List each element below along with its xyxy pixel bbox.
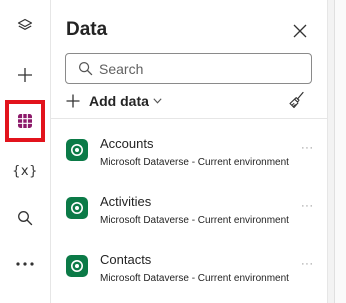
item-name: Activities bbox=[100, 194, 152, 209]
list-item-contacts[interactable]: Contacts Microsoft Dataverse - Current e… bbox=[51, 235, 327, 287]
item-name: Accounts bbox=[100, 136, 154, 151]
item-source: Microsoft Dataverse - Current environmen… bbox=[100, 215, 289, 226]
add-data-label: Add data bbox=[89, 93, 149, 109]
plus-icon bbox=[18, 68, 32, 82]
scrollbar[interactable] bbox=[327, 0, 334, 303]
dataverse-icon bbox=[66, 197, 88, 219]
data-button[interactable] bbox=[5, 100, 45, 142]
variables-button[interactable]: {x} bbox=[5, 151, 45, 191]
search-input[interactable] bbox=[99, 60, 289, 77]
search-icon bbox=[78, 61, 93, 76]
panel-title: Data bbox=[66, 19, 108, 40]
data-grid-icon bbox=[18, 114, 32, 128]
left-rail: {x} bbox=[0, 0, 51, 303]
search-button[interactable] bbox=[5, 198, 45, 238]
canvas-edge bbox=[334, 0, 346, 303]
broom-icon bbox=[289, 91, 304, 109]
list-item-accounts[interactable]: Accounts Microsoft Dataverse - Current e… bbox=[51, 119, 327, 171]
close-button[interactable] bbox=[290, 21, 310, 41]
dataverse-icon bbox=[66, 255, 88, 277]
close-icon bbox=[293, 24, 307, 38]
tree-view-button[interactable] bbox=[5, 6, 45, 46]
refresh-data-button[interactable] bbox=[285, 88, 309, 112]
add-data-button[interactable]: Add data bbox=[66, 91, 162, 111]
item-name: Contacts bbox=[100, 252, 152, 267]
search-icon bbox=[18, 211, 33, 226]
variables-icon: {x} bbox=[12, 163, 38, 179]
chevron-down-icon bbox=[153, 98, 162, 104]
more-options-icon[interactable]: ··· bbox=[301, 259, 314, 270]
layers-icon bbox=[17, 18, 33, 30]
more-options-icon[interactable]: ··· bbox=[301, 143, 314, 154]
insert-button[interactable] bbox=[5, 55, 45, 95]
search-box[interactable] bbox=[65, 53, 312, 84]
plus-icon bbox=[66, 94, 80, 108]
more-icon bbox=[16, 262, 34, 266]
item-source: Microsoft Dataverse - Current environmen… bbox=[100, 273, 289, 284]
item-source: Microsoft Dataverse - Current environmen… bbox=[100, 157, 289, 168]
dataverse-icon bbox=[66, 139, 88, 161]
more-options-icon[interactable]: ··· bbox=[301, 201, 314, 212]
data-panel: Data Add data bbox=[51, 0, 327, 303]
list-item-activities[interactable]: Activities Microsoft Dataverse - Current… bbox=[51, 177, 327, 229]
more-button[interactable] bbox=[5, 244, 45, 284]
